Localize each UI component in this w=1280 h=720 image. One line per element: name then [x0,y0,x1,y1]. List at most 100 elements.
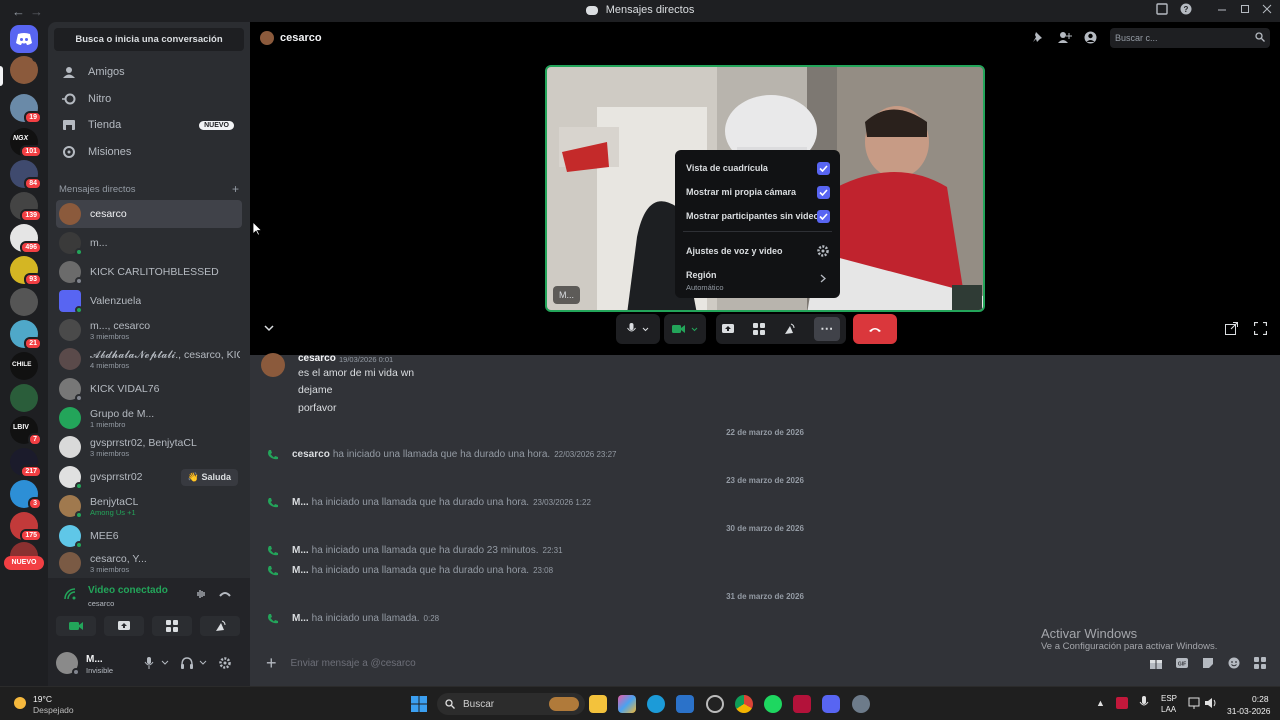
taskbar-search[interactable]: Buscar [437,693,585,715]
server-avatar[interactable]: 93 [10,256,42,286]
settings-icon[interactable] [852,695,870,713]
message-author[interactable]: cesarco [298,353,336,364]
show-own-camera-checkbox[interactable] [817,186,830,199]
chevron-down-icon[interactable] [161,660,169,666]
dm-item[interactable]: KICK VIDAL76 [56,375,242,403]
chrome-icon[interactable] [735,695,753,713]
windows-start-icon[interactable] [410,695,428,713]
camera-button[interactable] [56,616,96,636]
gif-icon[interactable]: GIF [1176,657,1188,669]
add-dm-icon[interactable]: + [232,183,239,195]
pin-icon[interactable] [1032,31,1044,43]
chevron-up-icon[interactable]: ▲ [1096,698,1105,708]
emoji-icon[interactable] [1228,657,1240,669]
dm-item[interactable]: gvsprrstr02, BenjytaCL 3 miembros [56,433,242,461]
nav-nitro[interactable]: Nitro [56,86,242,112]
headphones-icon[interactable] [181,657,193,669]
voice-status[interactable]: Video conectado [88,585,168,596]
inbox-icon[interactable] [1156,3,1168,15]
new-badge[interactable]: NUEVO [4,556,44,570]
gift-icon[interactable] [1150,657,1162,669]
hang-up-button[interactable] [853,314,897,344]
grid-view-checkbox[interactable] [817,162,830,175]
server-chile[interactable]: CHILE [10,352,38,380]
voice-video-settings-option[interactable]: Ajustes de voz y video [686,246,783,256]
show-no-video-option[interactable]: Mostrar participantes sin video [686,211,819,221]
message-input[interactable]: Enviar mensaje a @cesarco [291,658,416,669]
region-option[interactable]: Región [686,270,717,280]
dm-item[interactable]: MEE6 [56,522,242,550]
avatar[interactable] [56,652,80,676]
find-conversation-button[interactable]: Busca o inicia una conversación [54,28,244,51]
message-composer[interactable]: + Enviar mensaje a @cesarco GIF [258,650,1272,676]
channel-title[interactable]: cesarco [280,32,322,44]
spotify-icon[interactable] [764,695,782,713]
server-avatar[interactable]: 84 [10,160,42,190]
wave-button[interactable]: 👋 Saluda [180,468,238,486]
server-lbiv[interactable]: LBIV 7 [10,416,42,446]
chevron-down-icon[interactable] [264,325,274,332]
soundboard-icon[interactable] [783,323,795,335]
server-avatar[interactable]: 217 [10,448,42,478]
screen-share-icon[interactable] [722,323,735,335]
server-avatar[interactable]: 21 [10,320,42,350]
tray-app-icon[interactable] [1116,697,1128,709]
close-icon[interactable] [1262,3,1272,15]
weather-icon[interactable] [12,695,28,711]
app-icon[interactable] [793,695,811,713]
network-icon[interactable] [1188,697,1200,709]
signal-icon[interactable] [64,588,78,600]
apps-icon[interactable] [1254,657,1266,669]
server-avatar[interactable] [10,288,38,316]
activities-icon[interactable] [752,323,765,335]
edge-icon[interactable] [647,695,665,713]
server-avatar[interactable]: 19 [10,94,42,124]
dm-item[interactable]: m..., cesarco 3 miembros [56,316,242,344]
chevron-down-icon[interactable] [199,660,207,666]
minimize-icon[interactable] [1217,3,1227,15]
mute-button[interactable] [616,314,660,344]
obs-icon[interactable] [706,695,724,713]
soundboard-button[interactable] [200,616,240,636]
dm-item[interactable]: m... [56,229,242,257]
dm-item[interactable]: Grupo de M... 1 miembro [56,404,242,432]
dm-item[interactable]: Valenzuela [56,287,242,315]
screen-share-button[interactable] [104,616,144,636]
nav-quests[interactable]: Misiones [56,139,242,165]
dm-item[interactable]: 𝓐𝓫𝓭𝓱𝓪𝓵𝓪𝓝𝓮𝓹𝓽𝓪𝓵𝓲., cesarco, KIC... 4 miembr… [56,345,242,373]
server-avatar[interactable]: 3 [10,480,42,510]
dm-item[interactable]: gvsprrstr02 👋 Saluda [56,463,242,491]
help-icon[interactable]: ? [1180,3,1192,15]
add-friend-icon[interactable] [1058,31,1072,43]
file-explorer-icon[interactable] [589,695,607,713]
dm-item[interactable]: cesarco, Y... 3 miembros [56,549,242,577]
disconnect-icon[interactable] [219,590,231,598]
fullscreen-icon[interactable] [1254,322,1267,335]
pop-out-icon[interactable] [1225,322,1238,335]
add-attachment-icon[interactable]: + [266,653,277,674]
server-ngx[interactable]: NGX 101 [10,128,42,158]
search-input[interactable]: Buscar c... [1110,28,1270,48]
sticker-icon[interactable] [1202,657,1214,669]
show-no-video-checkbox[interactable] [817,210,830,223]
server-avatar[interactable]: 496 [10,224,42,254]
clock-time[interactable]: 0:28 [1252,694,1269,704]
nav-friends[interactable]: Amigos [56,59,242,85]
store-icon[interactable] [676,695,694,713]
maximize-icon[interactable] [1240,3,1250,15]
server-avatar[interactable] [10,384,38,412]
activities-button[interactable] [152,616,192,636]
more-options-button[interactable]: ⋯ [813,317,840,341]
microphone-icon[interactable] [144,657,154,669]
volume-icon[interactable] [1204,697,1217,709]
discord-icon[interactable] [822,695,840,713]
gear-icon[interactable] [219,657,231,669]
avatar[interactable] [261,353,285,377]
dm-item[interactable]: KICK CARLITOHBLESSED [56,258,242,286]
grid-view-option[interactable]: Vista de cuadrícula [686,163,768,173]
copilot-icon[interactable] [618,695,636,713]
discord-home-icon[interactable] [10,25,38,53]
nav-shop[interactable]: Tienda NUEVO [56,112,242,138]
server-avatar[interactable] [10,56,38,84]
dm-item[interactable]: cesarco [56,200,242,228]
